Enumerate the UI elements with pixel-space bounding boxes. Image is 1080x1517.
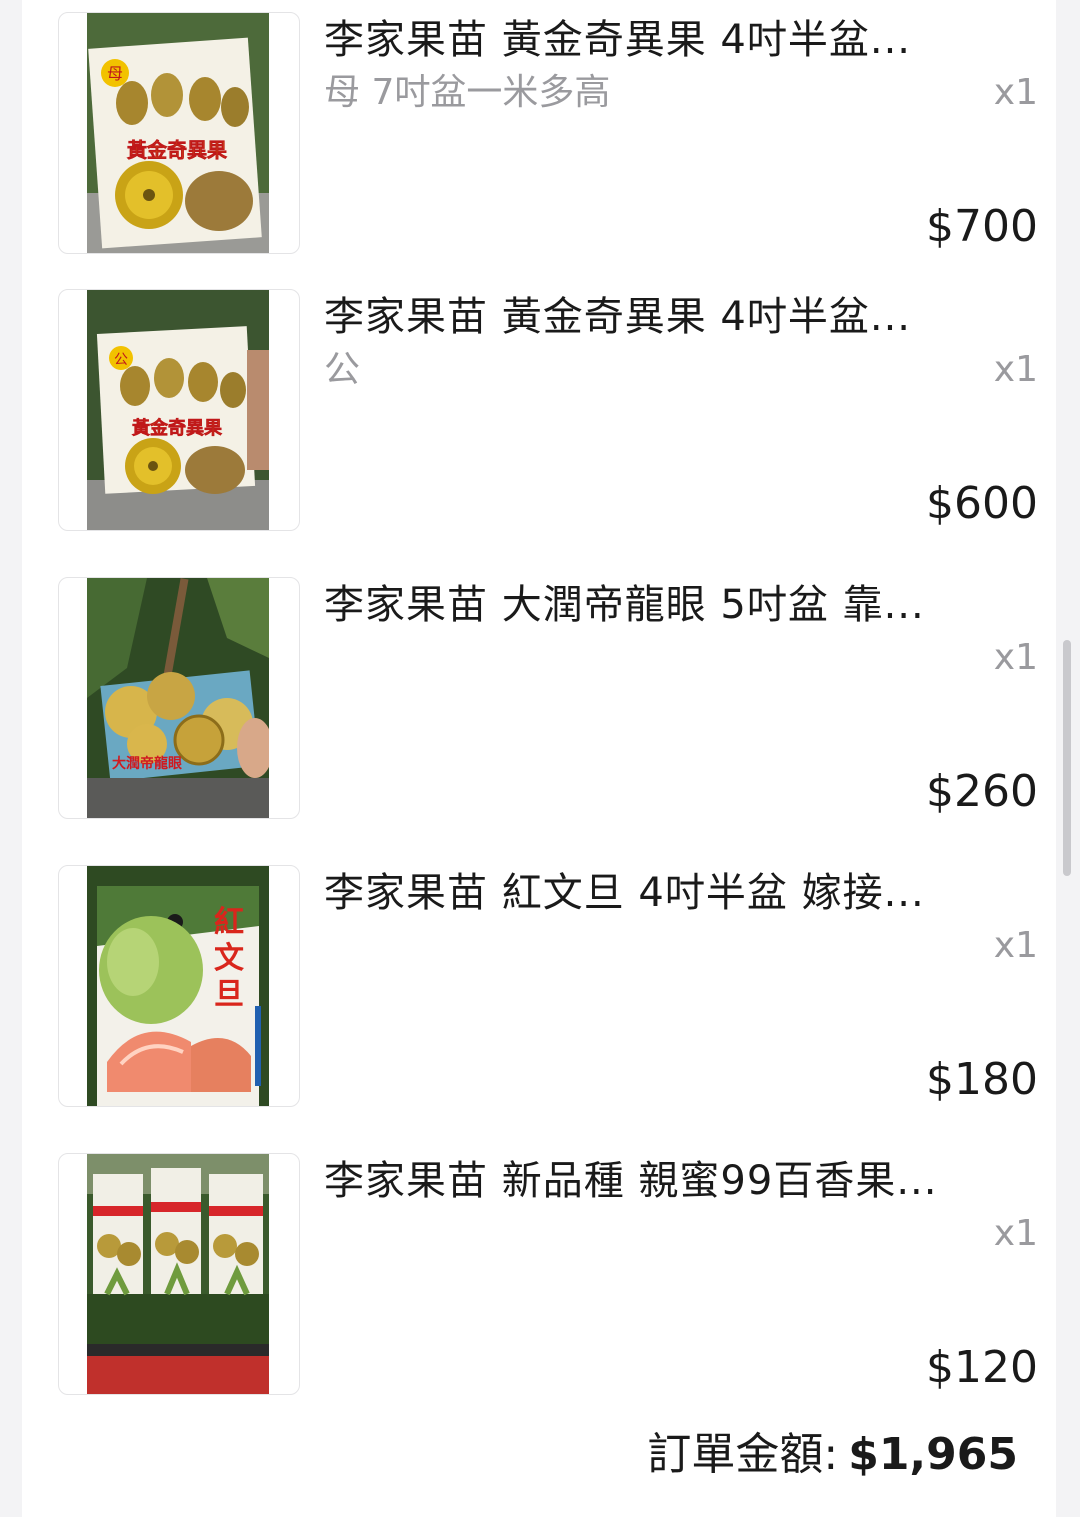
product-title[interactable]: 李家果苗 紅文旦 4吋半盆 嫁接...: [324, 867, 1024, 919]
image-badge-text: 母: [107, 64, 123, 83]
product-thumbnail[interactable]: 公 黃金奇異果: [58, 289, 300, 531]
longan-image: 大潤帝龍眼: [87, 578, 269, 818]
product-quantity: x1: [993, 349, 1038, 390]
product-price: $700: [926, 201, 1038, 252]
product-thumbnail[interactable]: 大潤帝龍眼: [58, 577, 300, 819]
order-total-label: 訂單金額:: [647, 1429, 839, 1480]
image-label-text: 黃金奇異果: [127, 138, 227, 162]
product-quantity: x1: [993, 637, 1038, 678]
order-items-panel: 母 黃金奇異果 李家果苗 黃金奇異果 4吋半盆... 母 7吋盆一米多高 x1 …: [22, 0, 1056, 1517]
svg-text:紅: 紅: [214, 905, 244, 940]
image-badge-text: 公: [114, 352, 128, 368]
product-title[interactable]: 李家果苗 黃金奇異果 4吋半盆...: [324, 14, 1024, 66]
product-variant: 母 7吋盆一米多高: [324, 72, 611, 113]
image-label-text: 大潤帝龍眼: [112, 755, 182, 772]
order-item[interactable]: 大潤帝龍眼 李家果苗 大潤帝龍眼 5吋盆 靠... x1 $260: [58, 577, 1038, 819]
product-price: $120: [926, 1342, 1038, 1393]
golden-kiwi-image: 母 黃金奇異果: [87, 13, 269, 253]
product-variant: 公: [324, 349, 361, 390]
product-thumbnail[interactable]: 紅 文 旦: [58, 865, 300, 1107]
order-total-amount: $1,965: [848, 1429, 1018, 1480]
image-vertical-label: 紅 文 旦: [214, 905, 244, 1012]
product-title[interactable]: 李家果苗 黃金奇異果 4吋半盆...: [324, 291, 1024, 343]
product-price: $260: [926, 766, 1038, 817]
order-item[interactable]: 公 黃金奇異果 李家果苗 黃金奇異果 4吋半盆... 公 x1 $600: [58, 289, 1038, 531]
vertical-scrollbar[interactable]: [1063, 640, 1071, 876]
product-quantity: x1: [993, 1213, 1038, 1254]
order-item[interactable]: 李家果苗 新品種 親蜜99百香果... x1 $120: [58, 1153, 1038, 1395]
product-thumbnail[interactable]: [58, 1153, 300, 1395]
order-total: 訂單金額: $1,965: [647, 1426, 1018, 1484]
golden-kiwi-image: 公 黃金奇異果: [87, 290, 269, 530]
image-label-text: 黃金奇異果: [131, 417, 223, 439]
product-price: $180: [926, 1054, 1038, 1105]
svg-text:文: 文: [214, 941, 244, 976]
product-title[interactable]: 李家果苗 大潤帝龍眼 5吋盆 靠...: [324, 579, 1024, 631]
product-quantity: x1: [993, 925, 1038, 966]
passion-fruit-image: [87, 1154, 269, 1394]
product-thumbnail[interactable]: 母 黃金奇異果: [58, 12, 300, 254]
pomelo-image: 紅 文 旦: [87, 866, 269, 1106]
order-item[interactable]: 母 黃金奇異果 李家果苗 黃金奇異果 4吋半盆... 母 7吋盆一米多高 x1 …: [58, 12, 1038, 254]
product-price: $600: [926, 478, 1038, 529]
product-title[interactable]: 李家果苗 新品種 親蜜99百香果...: [324, 1155, 1024, 1207]
product-quantity: x1: [993, 72, 1038, 113]
order-item[interactable]: 紅 文 旦 李家果苗 紅文旦 4吋半盆 嫁接... x1 $180: [58, 865, 1038, 1107]
svg-text:旦: 旦: [214, 977, 244, 1012]
